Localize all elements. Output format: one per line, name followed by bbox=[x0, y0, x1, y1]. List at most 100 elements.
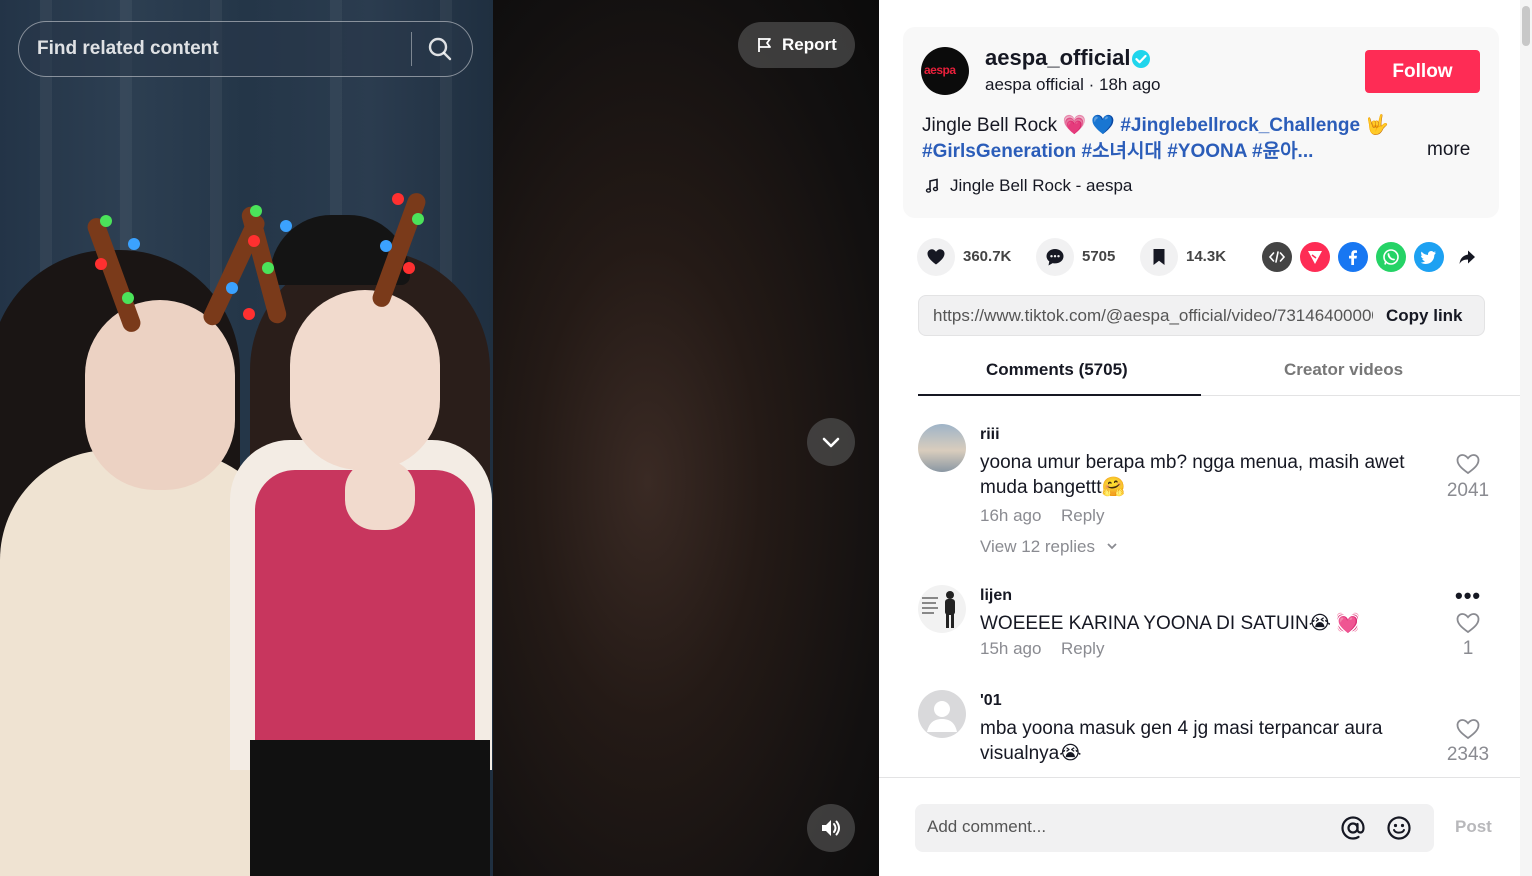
commenter-username[interactable]: riii bbox=[980, 426, 1000, 444]
add-comment-input[interactable]: Add comment... bbox=[915, 804, 1434, 852]
comment-like-heart-icon[interactable] bbox=[1455, 611, 1481, 635]
post-button[interactable]: Post bbox=[1455, 817, 1492, 837]
description-text: Jingle Bell Rock bbox=[922, 115, 1058, 136]
comment-text: mba yoona masuk gen 4 jg masi terpancar … bbox=[980, 718, 1383, 764]
scrollbar-thumb[interactable] bbox=[1522, 6, 1530, 46]
person-right-pants bbox=[250, 740, 490, 876]
find-related-search[interactable]: Find related content bbox=[18, 21, 473, 77]
comment-button[interactable] bbox=[1036, 238, 1074, 276]
comment-text: WOEEEE KARINA YOONA DI SATUIN😭 💓 bbox=[980, 613, 1360, 634]
comment-list[interactable]: riii yoona umur berapa mb? ngga menua, m… bbox=[879, 397, 1519, 777]
commenter-username[interactable]: lijen bbox=[980, 587, 1012, 605]
flag-icon bbox=[756, 36, 774, 54]
music-title-link[interactable]: Jingle Bell Rock - aespa bbox=[950, 176, 1132, 196]
antler-light bbox=[122, 292, 134, 304]
report-label: Report bbox=[782, 35, 837, 54]
share-twitter-button[interactable] bbox=[1414, 242, 1444, 272]
mention-at-icon[interactable] bbox=[1340, 815, 1366, 841]
emoji-smiley-icon[interactable] bbox=[1386, 815, 1412, 841]
commenter-username[interactable]: '01 bbox=[980, 692, 1002, 710]
commenter-avatar[interactable] bbox=[918, 690, 966, 738]
rock-hand-emoji: 🤟 bbox=[1365, 115, 1390, 136]
comment-composer: Add comment... Post bbox=[879, 777, 1532, 876]
comment-count: 5705 bbox=[1082, 248, 1116, 265]
author-display-name-time: aespa official · 18h ago bbox=[985, 75, 1161, 94]
antler-light bbox=[412, 213, 424, 225]
video-description: Jingle Bell Rock 💗 💙 #Jinglebellrock_Cha… bbox=[922, 113, 1412, 165]
reply-button[interactable]: Reply bbox=[1061, 639, 1104, 659]
comment-placeholder: Add comment... bbox=[927, 817, 1047, 836]
active-tab-indicator bbox=[918, 394, 1201, 396]
save-count: 14.3K bbox=[1186, 248, 1227, 265]
antler-light bbox=[243, 308, 255, 320]
share-facebook-button[interactable] bbox=[1338, 242, 1368, 272]
hashtag-link[interactable]: #Jinglebellrock_Challenge bbox=[1120, 115, 1360, 136]
blue-heart-emoji: 💙 bbox=[1091, 115, 1116, 136]
commenter-avatar[interactable] bbox=[918, 585, 966, 633]
more-button[interactable]: more bbox=[1427, 139, 1470, 161]
antler-light bbox=[250, 205, 262, 217]
video-area: Find related content Report bbox=[0, 0, 879, 876]
details-panel: aespa aespa_official aespa official · 18… bbox=[879, 0, 1532, 876]
copy-link-button[interactable]: Copy link bbox=[1386, 306, 1463, 326]
pink-heart-emoji: 💗 bbox=[1062, 115, 1087, 136]
tab-comments[interactable]: Comments (5705) bbox=[986, 360, 1128, 380]
hashtag-links[interactable]: #GirlsGeneration #소녀시대 #YOONA #윤아... bbox=[922, 141, 1313, 162]
person-left-face bbox=[85, 300, 235, 490]
search-icon[interactable] bbox=[427, 36, 453, 62]
author-avatar[interactable]: aespa bbox=[921, 47, 969, 95]
antler-light bbox=[280, 220, 292, 232]
antler-light bbox=[128, 238, 140, 250]
report-button[interactable]: Report bbox=[738, 22, 855, 68]
verified-badge-icon bbox=[1131, 49, 1151, 69]
follow-button[interactable]: Follow bbox=[1365, 50, 1480, 93]
tiktok-video-page: Find related content Report aespa aespa_… bbox=[0, 0, 1532, 876]
comment-like-heart-icon[interactable] bbox=[1455, 452, 1481, 476]
comment-like-count: 2041 bbox=[1446, 480, 1490, 501]
chevron-down-icon bbox=[1100, 537, 1118, 556]
person-right-face bbox=[290, 290, 440, 470]
antler-light bbox=[100, 215, 112, 227]
comment-like-count: 2343 bbox=[1446, 744, 1490, 765]
tab-creator-videos[interactable]: Creator videos bbox=[1284, 360, 1403, 380]
author-card: aespa aespa_official aespa official · 18… bbox=[903, 27, 1499, 218]
more-share-button[interactable] bbox=[1452, 242, 1482, 272]
view-replies-label: View 12 replies bbox=[980, 537, 1095, 556]
antler-light bbox=[392, 193, 404, 205]
antler-light bbox=[380, 240, 392, 252]
favorite-button[interactable] bbox=[1140, 238, 1178, 276]
next-video-button[interactable] bbox=[807, 418, 855, 466]
antler-light bbox=[226, 282, 238, 294]
action-bar: 360.7K 5705 14.3K bbox=[917, 238, 1487, 278]
comment-like-count: 1 bbox=[1462, 638, 1474, 659]
antler-light bbox=[262, 262, 274, 274]
embed-share-button[interactable] bbox=[1262, 242, 1292, 272]
more-options-icon[interactable]: ••• bbox=[1455, 583, 1481, 609]
search-placeholder: Find related content bbox=[37, 38, 219, 59]
hands bbox=[345, 460, 415, 530]
panel-scrollbar[interactable] bbox=[1520, 0, 1532, 876]
comment-time: 15h ago bbox=[980, 639, 1042, 658]
video-url-text: https://www.tiktok.com/@aespa_official/v… bbox=[933, 306, 1373, 325]
reply-button[interactable]: Reply bbox=[1061, 506, 1104, 526]
send-to-friends-button[interactable] bbox=[1300, 242, 1330, 272]
like-button[interactable] bbox=[917, 238, 955, 276]
video-player[interactable]: Find related content bbox=[0, 0, 493, 876]
music-note-icon bbox=[924, 178, 940, 194]
commenter-avatar[interactable] bbox=[918, 424, 966, 472]
comment-text: yoona umur berapa mb? ngga menua, masih … bbox=[980, 452, 1405, 498]
comment-time: 16h ago bbox=[980, 506, 1042, 525]
share-whatsapp-button[interactable] bbox=[1376, 242, 1406, 272]
panel-tabs: Comments (5705) Creator videos bbox=[918, 348, 1523, 396]
comment-like-heart-icon[interactable] bbox=[1455, 717, 1481, 741]
volume-button[interactable] bbox=[807, 804, 855, 852]
like-count: 360.7K bbox=[963, 248, 1012, 265]
avatar-logo-text: aespa bbox=[924, 63, 956, 77]
view-replies-button[interactable]: View 12 replies bbox=[980, 537, 1118, 557]
search-divider bbox=[411, 32, 412, 66]
video-link-box: https://www.tiktok.com/@aespa_official/v… bbox=[918, 295, 1485, 336]
antler-light bbox=[403, 262, 415, 274]
antler-light bbox=[95, 258, 107, 270]
antler-light bbox=[248, 235, 260, 247]
author-username[interactable]: aespa_official bbox=[985, 45, 1131, 71]
